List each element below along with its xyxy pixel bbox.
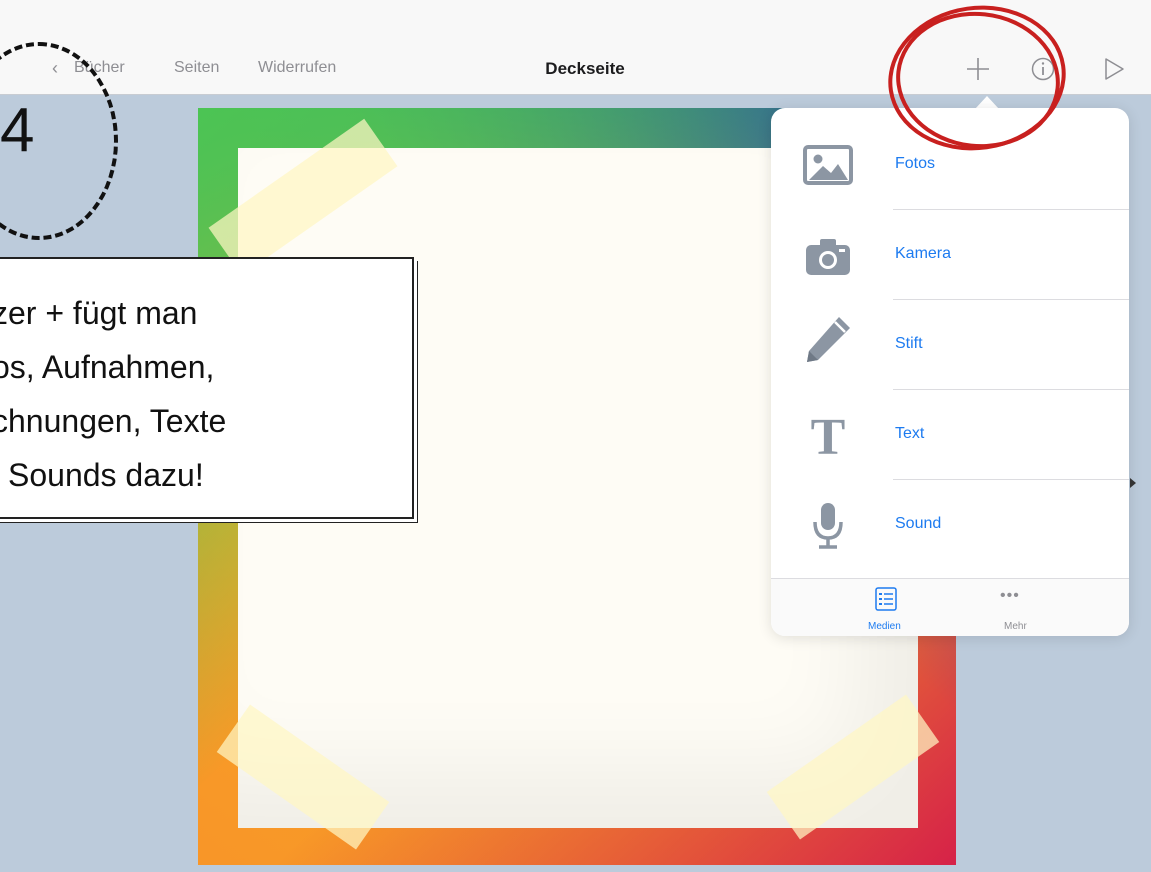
microphone-icon <box>813 503 843 549</box>
list-icon <box>875 587 897 611</box>
instruction-line: chnungen, Texte <box>0 403 227 439</box>
more-icon: ••• <box>1000 587 1020 604</box>
menu-item-label: Kamera <box>895 245 952 262</box>
tab-more[interactable]: ••• Mehr <box>981 579 1051 636</box>
pages-button[interactable]: Seiten <box>174 59 219 77</box>
menu-item-pen[interactable]: Stift <box>771 300 1129 390</box>
instruction-line: zer + fügt man <box>0 295 198 331</box>
instruction-line: l Sounds dazu! <box>0 457 204 493</box>
menu-item-label: Fotos <box>895 155 936 172</box>
play-icon[interactable] <box>1102 57 1126 81</box>
insert-media-popover: Fotos Kamera Stift T Text Sound Medien •… <box>771 108 1129 636</box>
instruction-box: zer + fügt man os, Aufnahmen, chnungen, … <box>0 257 414 519</box>
menu-item-label: Stift <box>895 335 923 352</box>
tab-label: Medien <box>868 621 901 632</box>
menu-item-camera[interactable]: Kamera <box>771 210 1129 300</box>
menu-item-text[interactable]: T Text <box>771 390 1129 480</box>
svg-text:T: T <box>811 410 846 460</box>
popover-tab-bar: Medien ••• Mehr <box>771 578 1129 636</box>
text-icon: T <box>811 410 846 460</box>
menu-item-sound[interactable]: Sound <box>771 480 1129 570</box>
photo-icon <box>803 145 853 185</box>
tab-label: Mehr <box>1004 621 1027 632</box>
menu-item-label: Text <box>895 425 925 442</box>
pen-icon <box>807 317 850 362</box>
next-page-arrow-icon[interactable] <box>1130 478 1136 488</box>
camera-icon <box>806 239 850 275</box>
instruction-line: os, Aufnahmen, <box>0 349 215 385</box>
step-number: 4 <box>0 96 35 165</box>
undo-button[interactable]: Widerrufen <box>258 59 336 77</box>
menu-item-label: Sound <box>895 515 942 532</box>
tab-media[interactable]: Medien <box>851 579 921 636</box>
page-title: Deckseite <box>545 59 625 78</box>
